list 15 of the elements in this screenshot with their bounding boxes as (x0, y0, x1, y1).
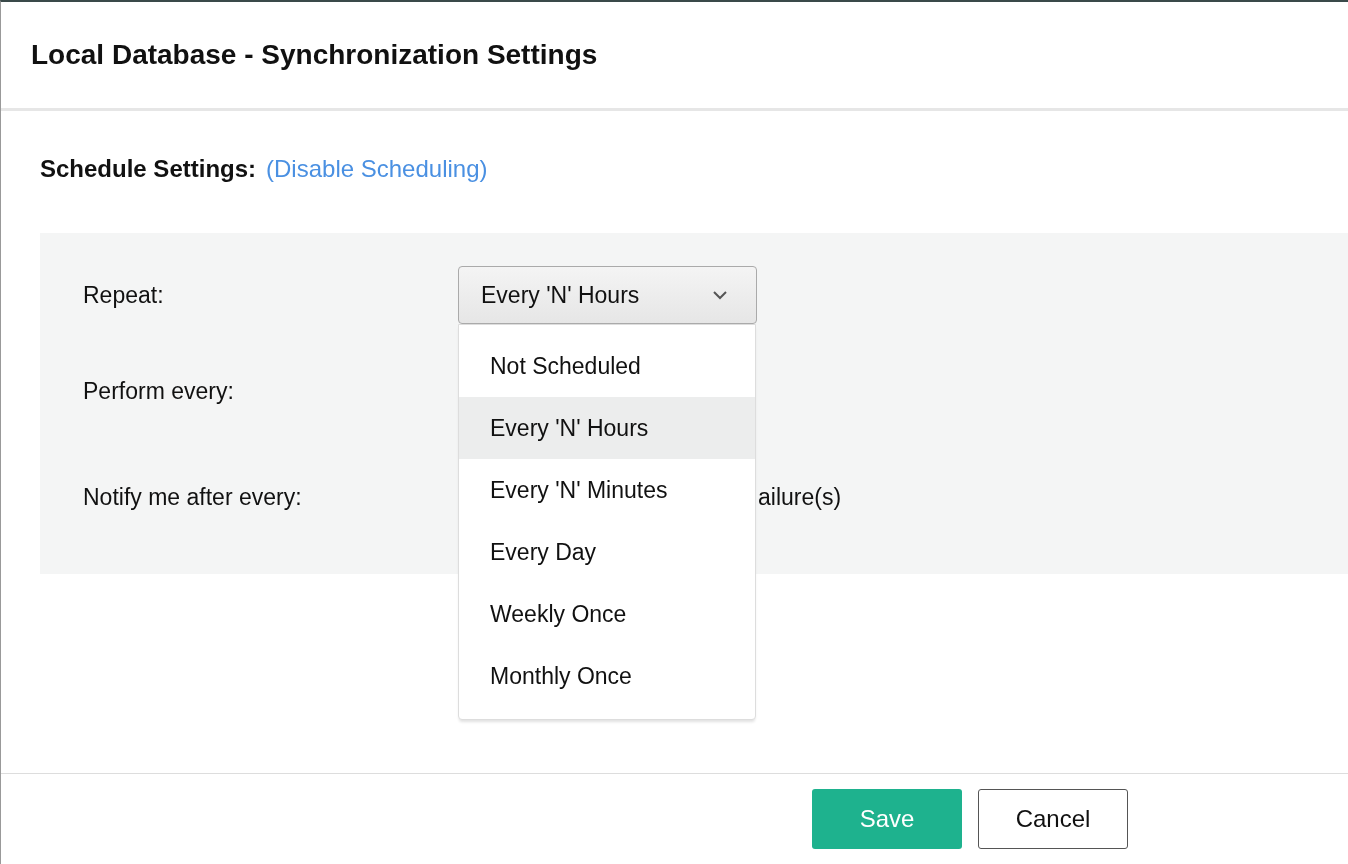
perform-every-label: Perform every: (83, 377, 235, 405)
dropdown-option[interactable]: Every Day (459, 521, 755, 583)
dropdown-option[interactable]: Every 'N' Minutes (459, 459, 755, 521)
dropdown-option[interactable]: Not Scheduled (459, 335, 755, 397)
section-heading: Schedule Settings: (40, 155, 257, 183)
repeat-label: Repeat: (83, 281, 165, 309)
dropdown-option[interactable]: Every 'N' Hours (459, 397, 755, 459)
dropdown-option[interactable]: Monthly Once (459, 645, 755, 707)
dropdown-option[interactable]: Weekly Once (459, 583, 755, 645)
dialog-title: Local Database - Synchronization Settings (31, 39, 598, 71)
chevron-down-icon (712, 290, 728, 300)
repeat-select[interactable]: Every 'N' Hours (458, 266, 757, 324)
cancel-button[interactable]: Cancel (978, 789, 1128, 849)
failures-text: ailure(s) (758, 483, 842, 511)
notify-label: Notify me after every: (83, 483, 303, 511)
